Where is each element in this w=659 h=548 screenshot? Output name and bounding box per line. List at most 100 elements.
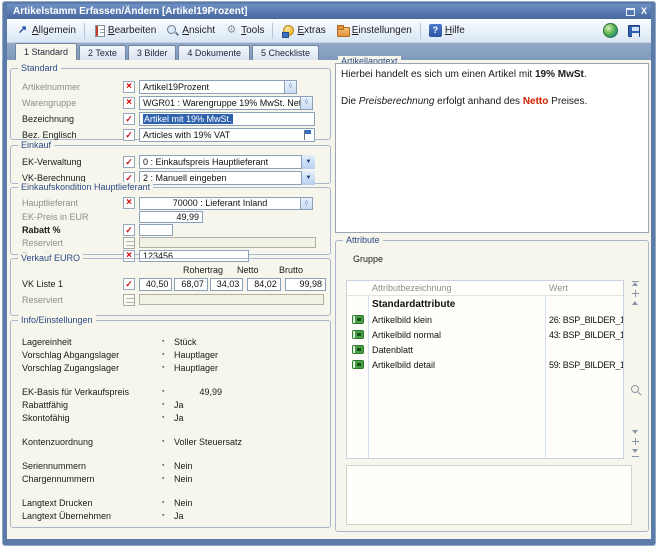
vk-liste1-label: VK Liste 1: [22, 279, 123, 289]
info-row: Lagereinheit▪Stück: [11, 335, 330, 348]
reserviert-input: [139, 237, 316, 248]
vk-rohertrag2-input[interactable]: 34,03: [210, 278, 243, 291]
col-rohertrag: Rohertrag: [183, 265, 223, 275]
lookup-spinner-icon[interactable]: ◊: [301, 197, 313, 210]
add-row-icon[interactable]: [632, 290, 639, 297]
menu-hilfe[interactable]: ? Hilfe: [424, 22, 470, 39]
col-attributbezeichnung[interactable]: Attributbezeichnung: [368, 281, 545, 295]
info-row: Seriennummern▪Nein: [11, 459, 330, 472]
vk-brutto-input[interactable]: 99,98: [285, 278, 326, 291]
tab-standard[interactable]: 1 Standard: [15, 43, 77, 60]
info-row: Kontenzuordnung▪Voller Steuersatz: [11, 435, 330, 448]
save-icon[interactable]: [628, 25, 640, 37]
dropdown-icon[interactable]: ▼: [301, 171, 315, 185]
menu-separator: [84, 23, 85, 39]
scroll-bottom-icon[interactable]: [632, 456, 639, 457]
scroll-up-icon[interactable]: [632, 282, 638, 286]
rabatt-input[interactable]: [139, 224, 173, 236]
vk-preis-input[interactable]: 40,50: [139, 278, 172, 291]
artikelnummer-label: Artikelnummer: [22, 82, 123, 92]
clear-icon[interactable]: ×: [123, 81, 135, 93]
scroll-up2-icon[interactable]: [632, 301, 638, 305]
content-area: Standard Artikelnummer × Artikel19Prozen…: [7, 60, 651, 539]
memo-icon: [123, 294, 135, 306]
col-wert[interactable]: Wert: [545, 281, 623, 295]
table-row-group[interactable]: Standardattribute: [347, 297, 623, 312]
vk-berechnung-select[interactable]: 2 : Manuell eingeben: [139, 171, 315, 185]
gear-icon: ⚙: [225, 24, 238, 37]
warengruppe-input[interactable]: WGR01 : Warengruppe 19% MwSt. Netto: [139, 96, 301, 110]
lookup-spinner-icon[interactable]: ◊: [285, 80, 297, 94]
table-row[interactable]: Datenblatt: [347, 342, 623, 357]
close-icon[interactable]: X: [641, 7, 647, 16]
ek-verwaltung-select[interactable]: 0 : Einkaufspreis Hauptlieferant: [139, 155, 315, 169]
scroll-down2-icon[interactable]: [632, 449, 638, 453]
clear-icon[interactable]: ×: [123, 97, 135, 109]
menu-allgemein[interactable]: ↗ Allgemein: [11, 22, 81, 39]
bezeichnung-input[interactable]: Artikel mit 19% MwSt.: [139, 112, 315, 126]
search-icon[interactable]: [631, 385, 639, 393]
check-icon[interactable]: ✓: [123, 224, 135, 236]
vk-rohertrag-input[interactable]: 68,07: [174, 278, 207, 291]
lookup-spinner-icon[interactable]: ◊: [301, 96, 313, 110]
vk-netto-input[interactable]: 84,02: [247, 278, 280, 291]
bullet-icon: ▪: [162, 338, 174, 345]
bullet-icon: ▪: [162, 499, 174, 506]
attribute-table-header: Attributbezeichnung Wert: [347, 281, 623, 296]
check-icon[interactable]: ✓: [123, 156, 135, 168]
globe-icon[interactable]: [603, 23, 618, 38]
menu-separator: [272, 23, 273, 39]
artikelnummer-input[interactable]: Artikel19Prozent: [139, 80, 285, 94]
scroll-down-icon[interactable]: [632, 430, 638, 434]
menu-ansicht[interactable]: Ansicht: [161, 22, 220, 39]
menu-tools[interactable]: ⚙ Tools: [220, 22, 269, 39]
check-icon[interactable]: ✓: [123, 278, 135, 290]
check-icon[interactable]: ✓: [123, 113, 135, 125]
bullet-icon: ▪: [162, 388, 174, 395]
info-row: Langtext Übernehmen▪Ja: [11, 509, 330, 522]
bullet-icon: ▪: [162, 364, 174, 371]
menu-extras[interactable]: Extras: [276, 22, 330, 39]
clear-icon[interactable]: ×: [123, 197, 135, 209]
bullet-icon: ▪: [162, 414, 174, 421]
table-row[interactable]: Artikelbild detail 59: BSP_BILDER_1.BMP: [347, 357, 623, 372]
groupbox-info: Info/Einstellungen Lagereinheit▪Stück Vo…: [10, 320, 331, 528]
groupbox-attribute: Attribute Gruppe Attributbezeichnung Wer…: [335, 240, 649, 532]
bullet-icon: ▪: [162, 512, 174, 519]
menu-bearbeiten[interactable]: Bearbeiten: [88, 23, 161, 39]
flag-icon: [304, 130, 311, 140]
menu-einstellungen[interactable]: Einstellungen: [331, 22, 417, 39]
attribute-notes-box[interactable]: [346, 465, 632, 525]
check-icon[interactable]: ✓: [123, 129, 135, 141]
tab-bilder[interactable]: 3 Bilder: [128, 45, 177, 60]
bez-englisch-label: Bez. Englisch: [22, 130, 123, 140]
bullet-icon: ▪: [162, 438, 174, 445]
tab-dokumente[interactable]: 4 Dokumente: [178, 45, 250, 60]
hauptlieferant-label: Hauptlieferant: [22, 198, 123, 208]
attribute-table: Attributbezeichnung Wert Standardattribu…: [346, 280, 624, 459]
table-row[interactable]: Artikelbild klein 26: BSP_BILDER_1.BMP: [347, 312, 623, 327]
ek-verwaltung-label: EK-Verwaltung: [22, 157, 123, 167]
bezeichnung-label: Bezeichnung: [22, 114, 123, 124]
bullet-icon: ▪: [162, 401, 174, 408]
hauptlieferant-input[interactable]: 70000 : Lieferant Inland: [139, 197, 301, 210]
artikellangtext-textarea[interactable]: Hierbei handelt es sich um einen Artikel…: [335, 63, 649, 233]
table-navigator: [628, 280, 642, 459]
move-icon[interactable]: [632, 438, 639, 445]
window-title: Artikelstamm Erfassen/Ändern [Artikel19P…: [13, 6, 248, 17]
reserviert-label: Reserviert: [22, 238, 123, 248]
table-row[interactable]: Artikelbild normal 43: BSP_BILDER_1.BMP: [347, 327, 623, 342]
menubar: ↗ Allgemein Bearbeiten Ansicht ⚙ Tools E…: [7, 19, 651, 43]
groupbox-einkauf: Einkauf EK-Verwaltung ✓ 0 : Einkaufsprei…: [10, 145, 331, 184]
langtext-line2: Die Preisberechnung erfolgt anhand des N…: [341, 94, 643, 109]
tab-checkliste[interactable]: 5 Checkliste: [252, 45, 319, 60]
help-icon: ?: [429, 24, 442, 37]
dropdown-icon[interactable]: ▼: [301, 155, 315, 169]
bez-englisch-input[interactable]: Articles with 19% VAT: [139, 128, 315, 142]
restore-icon[interactable]: [626, 8, 635, 16]
tab-texte[interactable]: 2 Texte: [79, 45, 126, 60]
groupbox-einkaufskondition-title: Einkaufskondition Hauptlieferant: [18, 182, 153, 193]
info-row: Vorschlag Abgangslager▪Hauptlager: [11, 348, 330, 361]
gruppe-label: Gruppe: [353, 254, 383, 264]
ek-preis-input[interactable]: 49,99: [139, 211, 203, 223]
